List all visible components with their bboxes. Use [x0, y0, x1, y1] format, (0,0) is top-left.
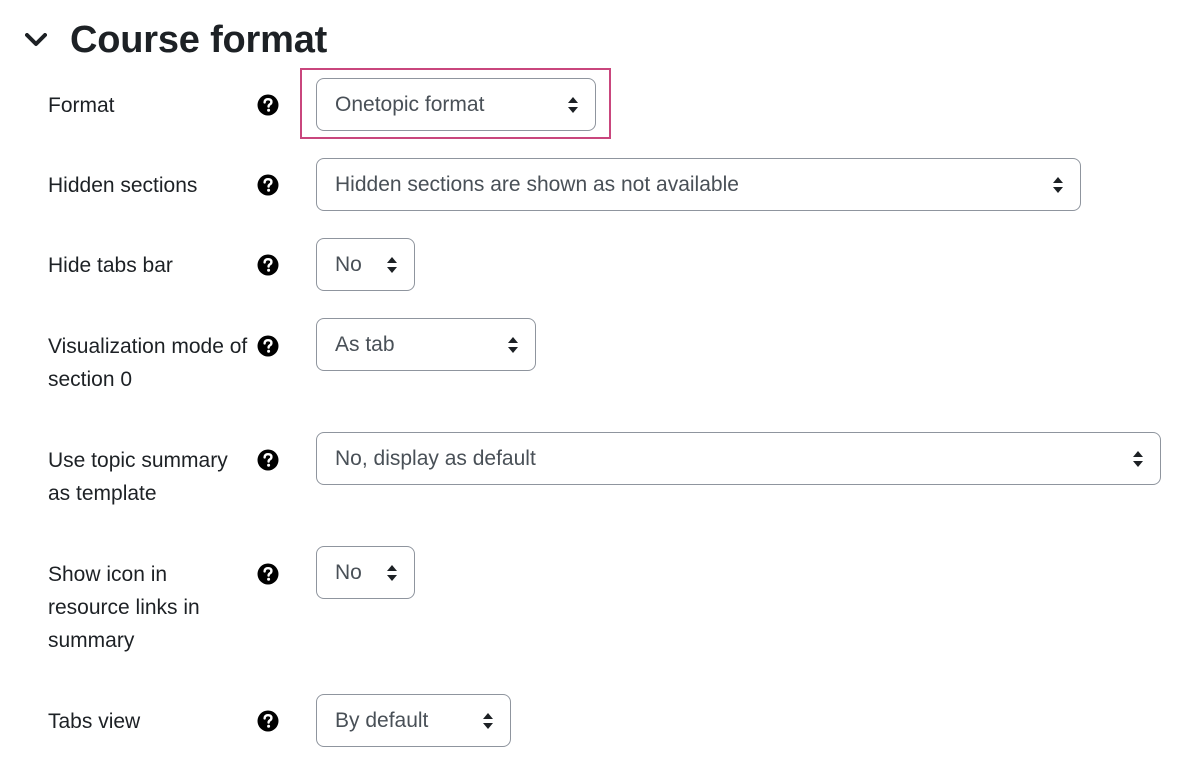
tabs-view-select[interactable]: By default	[316, 694, 511, 747]
select-arrows-icon	[1052, 176, 1064, 194]
chevron-down-icon[interactable]	[22, 26, 50, 54]
select-arrows-icon	[482, 712, 494, 730]
select-arrows-icon	[386, 564, 398, 582]
topic-summary-template-label: Use topic summary as template	[48, 449, 228, 505]
question-circle-icon[interactable]	[257, 335, 279, 357]
question-circle-icon[interactable]	[257, 174, 279, 196]
section-header: Course format	[22, 14, 327, 66]
hidden-sections-select[interactable]: Hidden sections are shown as not availab…	[316, 158, 1081, 211]
visualization-mode-select[interactable]: As tab	[316, 318, 536, 371]
select-arrows-icon	[386, 256, 398, 274]
question-circle-icon[interactable]	[257, 254, 279, 276]
tabs-view-label: Tabs view	[48, 710, 141, 733]
format-label: Format	[48, 94, 115, 117]
tabs-view-select-value: By default	[335, 708, 429, 732]
question-circle-icon[interactable]	[257, 563, 279, 585]
question-circle-icon[interactable]	[257, 449, 279, 471]
topic-summary-template-select[interactable]: No, display as default	[316, 432, 1161, 485]
select-arrows-icon	[507, 336, 519, 354]
format-select[interactable]: Onetopic format	[316, 78, 596, 131]
section-title: Course format	[70, 18, 328, 61]
hidden-sections-label: Hidden sections	[48, 174, 198, 197]
hidden-sections-select-value: Hidden sections are shown as not availab…	[335, 172, 739, 196]
hide-tabs-bar-label: Hide tabs bar	[48, 254, 173, 277]
hide-tabs-bar-select-value: No	[335, 252, 362, 276]
select-arrows-icon	[567, 96, 579, 114]
question-circle-icon[interactable]	[257, 94, 279, 116]
select-arrows-icon	[1132, 450, 1144, 468]
show-icon-resource-links-select-value: No	[335, 560, 362, 584]
topic-summary-template-select-value: No, display as default	[335, 446, 536, 470]
format-select-value: Onetopic format	[335, 92, 485, 116]
visualization-mode-select-value: As tab	[335, 332, 395, 356]
show-icon-resource-links-select[interactable]: No	[316, 546, 415, 599]
visualization-mode-label: Visualization mode of section 0	[48, 335, 248, 391]
question-circle-icon[interactable]	[257, 710, 279, 732]
hide-tabs-bar-select[interactable]: No	[316, 238, 415, 291]
show-icon-resource-links-label: Show icon in resource links in summary	[48, 563, 200, 652]
